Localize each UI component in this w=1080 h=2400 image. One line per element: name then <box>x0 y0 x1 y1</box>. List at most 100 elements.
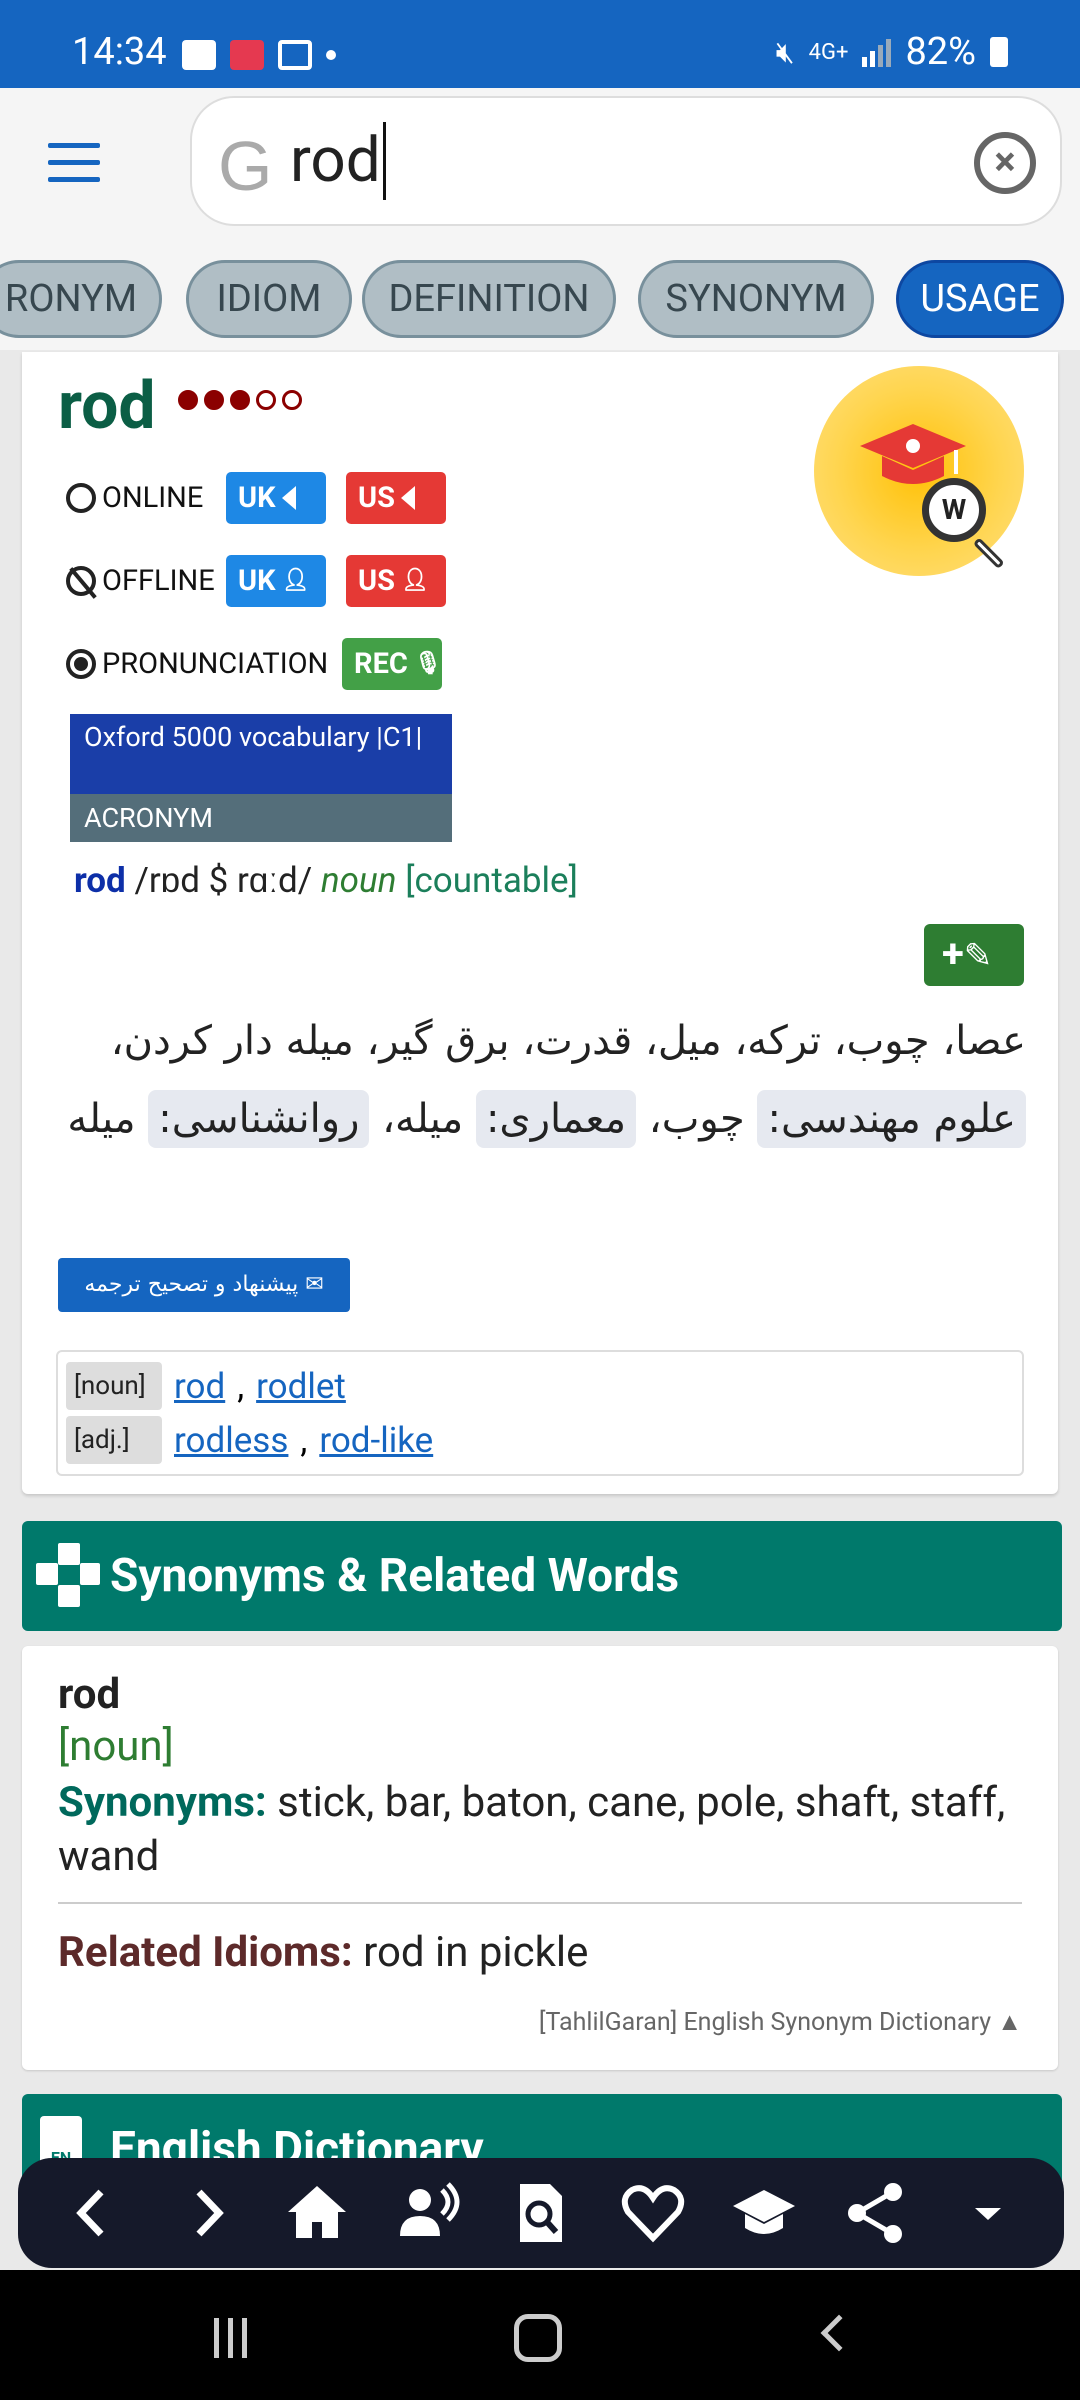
word-form-link[interactable]: rod <box>174 1366 225 1407</box>
signal-icon <box>862 37 892 67</box>
heart-icon[interactable] <box>620 2180 686 2246</box>
home-nav-icon[interactable] <box>514 2314 562 2362</box>
word-card: rod W ONLINE UK US OFFLINE UK 👤︎ US 👤︎ PRO… <box>22 352 1058 1494</box>
forward-arrow-icon[interactable] <box>173 2180 239 2246</box>
system-icons: 🔇︎ 4G+ 82% <box>776 30 1008 74</box>
related-idioms: Related Idioms: rod in pickle <box>58 1928 589 1977</box>
word-form-row: [noun] rod, rodlet <box>66 1362 346 1410</box>
frequency-dot <box>256 390 276 410</box>
dot-icon <box>326 50 336 60</box>
search-box[interactable]: G rod × <box>190 96 1062 226</box>
frequency-rating <box>178 390 302 410</box>
synonym-pos: [noun] <box>58 1722 174 1771</box>
back-nav-icon[interactable] <box>820 2314 858 2352</box>
us-online-button[interactable]: US <box>346 472 446 524</box>
learn-word-badge-icon[interactable]: W <box>814 366 1024 576</box>
headword: rod <box>58 368 156 445</box>
notification-icons <box>182 40 336 70</box>
record-button[interactable]: REC 🎙︎ <box>342 638 442 690</box>
offline-icon <box>66 566 96 596</box>
field-tag: روانشناسی: <box>148 1090 370 1148</box>
frequency-dot <box>230 390 250 410</box>
countable-label: [countable] <box>405 860 578 901</box>
offline-label: OFFLINE <box>66 564 226 598</box>
divider <box>58 1902 1022 1904</box>
pencil-icon: ✎ <box>963 936 993 976</box>
dictionary-source[interactable]: [TahlilGaran] English Synonym Dictionary… <box>539 2008 1022 2037</box>
tab-acronym[interactable]: RONYM <box>0 260 162 338</box>
status-bar: 14:34 🔇︎ 4G+ 82% <box>0 0 1080 88</box>
tab-idiom[interactable]: IDIOM <box>186 260 352 338</box>
home-icon[interactable] <box>284 2180 350 2246</box>
word-forms-box: [noun] rod, rodlet [adj.] rodless, rod-l… <box>56 1350 1024 1476</box>
offline-pronunciation-row: OFFLINE UK 👤︎ US 👤︎ <box>66 555 466 607</box>
share-icon[interactable] <box>843 2180 909 2246</box>
us-offline-button[interactable]: US 👤︎ <box>346 555 446 607</box>
book-icon <box>278 40 312 70</box>
tab-bar: RONYM IDIOM DEFINITION SYNONYM USAGE <box>0 250 1080 350</box>
synonyms-card: rod [noun] Synonyms: stick, bar, baton, … <box>22 1646 1058 2070</box>
phonetic-line: rod /rɒd $ rɑːd/ noun [countable] <box>74 860 578 901</box>
tab-synonym[interactable]: SYNONYM <box>638 260 874 338</box>
frequency-dot <box>204 390 224 410</box>
record-icon <box>66 649 96 679</box>
synonym-list: Synonyms: stick, bar, baton, cane, pole,… <box>58 1778 1006 1881</box>
app-notification-icon <box>230 40 264 70</box>
pos-tag: [noun] <box>66 1362 162 1410</box>
word-form-row: [adj.] rodless, rod-like <box>66 1416 433 1464</box>
field-tag: معماری: <box>475 1090 637 1148</box>
word-form-link[interactable]: rodlet <box>256 1366 346 1407</box>
frequency-dot <box>282 390 302 410</box>
search-input[interactable]: rod <box>290 122 386 200</box>
pos-tag: [adj.] <box>66 1416 162 1464</box>
battery-icon <box>990 37 1008 67</box>
mute-icon: 🔇︎ <box>775 34 795 70</box>
back-arrow-icon[interactable] <box>61 2180 127 2246</box>
word-form-link[interactable]: rod-like <box>319 1420 433 1461</box>
uk-offline-button[interactable]: UK 👤︎ <box>226 555 326 607</box>
vocabulary-tag: Oxford 5000 vocabulary |C1| <box>70 714 452 796</box>
clear-search-icon[interactable]: × <box>974 132 1036 194</box>
search-document-icon[interactable] <box>508 2180 574 2246</box>
speaker-icon <box>400 486 415 510</box>
suggest-translation-button[interactable]: ✉ پیشنهاد و تصحیح ترجمه <box>58 1258 350 1312</box>
acronym-tag: ACRONYM <box>70 794 452 842</box>
graduation-cap-icon[interactable] <box>731 2180 797 2246</box>
synonyms-section-header[interactable]: Synonyms & Related Words <box>22 1521 1062 1631</box>
online-label: ONLINE <box>66 481 226 515</box>
bottom-toolbar <box>18 2158 1064 2268</box>
synonym-headword: rod <box>58 1670 121 1719</box>
word-form-link[interactable]: rodless <box>174 1420 288 1461</box>
mail-icon: ✉ <box>305 1272 324 1297</box>
speaking-person-icon: 👤︎ <box>281 568 310 593</box>
tab-usage[interactable]: USAGE <box>896 260 1064 338</box>
tab-definition[interactable]: DEFINITION <box>362 260 616 338</box>
dropdown-arrow-icon[interactable] <box>955 2180 1021 2246</box>
frequency-dot <box>178 390 198 410</box>
phonetic-word: rod <box>74 860 126 901</box>
synonyms-title: Synonyms & Related Words <box>110 1549 680 1603</box>
gallery-icon <box>182 40 216 70</box>
uk-online-button[interactable]: UK <box>226 472 326 524</box>
speaker-icon <box>281 486 296 510</box>
network-type: 4G+ <box>808 39 849 65</box>
speaking-person-icon[interactable] <box>396 2180 462 2246</box>
phonetic-text: /rɒd $ rɑːd/ <box>134 860 313 901</box>
google-logo-icon: G <box>218 127 273 205</box>
puzzle-icon <box>36 1543 100 1607</box>
field-tag: علوم مهندسی: <box>757 1090 1026 1148</box>
microphone-icon: 🎙︎ <box>413 651 442 676</box>
pronunciation-label: PRONUNCIATION <box>66 647 342 681</box>
speaking-person-icon: 👤︎ <box>400 568 429 593</box>
system-navigation-bar <box>0 2270 1080 2400</box>
status-time: 14:34 <box>72 30 167 74</box>
part-of-speech: noun <box>320 860 397 901</box>
add-note-button[interactable]: +✎ <box>924 924 1024 986</box>
menu-icon[interactable] <box>48 143 100 183</box>
recents-icon[interactable] <box>214 2318 256 2358</box>
persian-translation: عصا، چوب، ترکه، میل، قدرت، برق گیر، میله… <box>58 1002 1026 1158</box>
online-icon <box>66 483 96 513</box>
pronunciation-record-row: PRONUNCIATION REC 🎙︎ <box>66 638 462 690</box>
online-pronunciation-row: ONLINE UK US <box>66 472 466 524</box>
app-bar: G rod × <box>0 88 1080 250</box>
